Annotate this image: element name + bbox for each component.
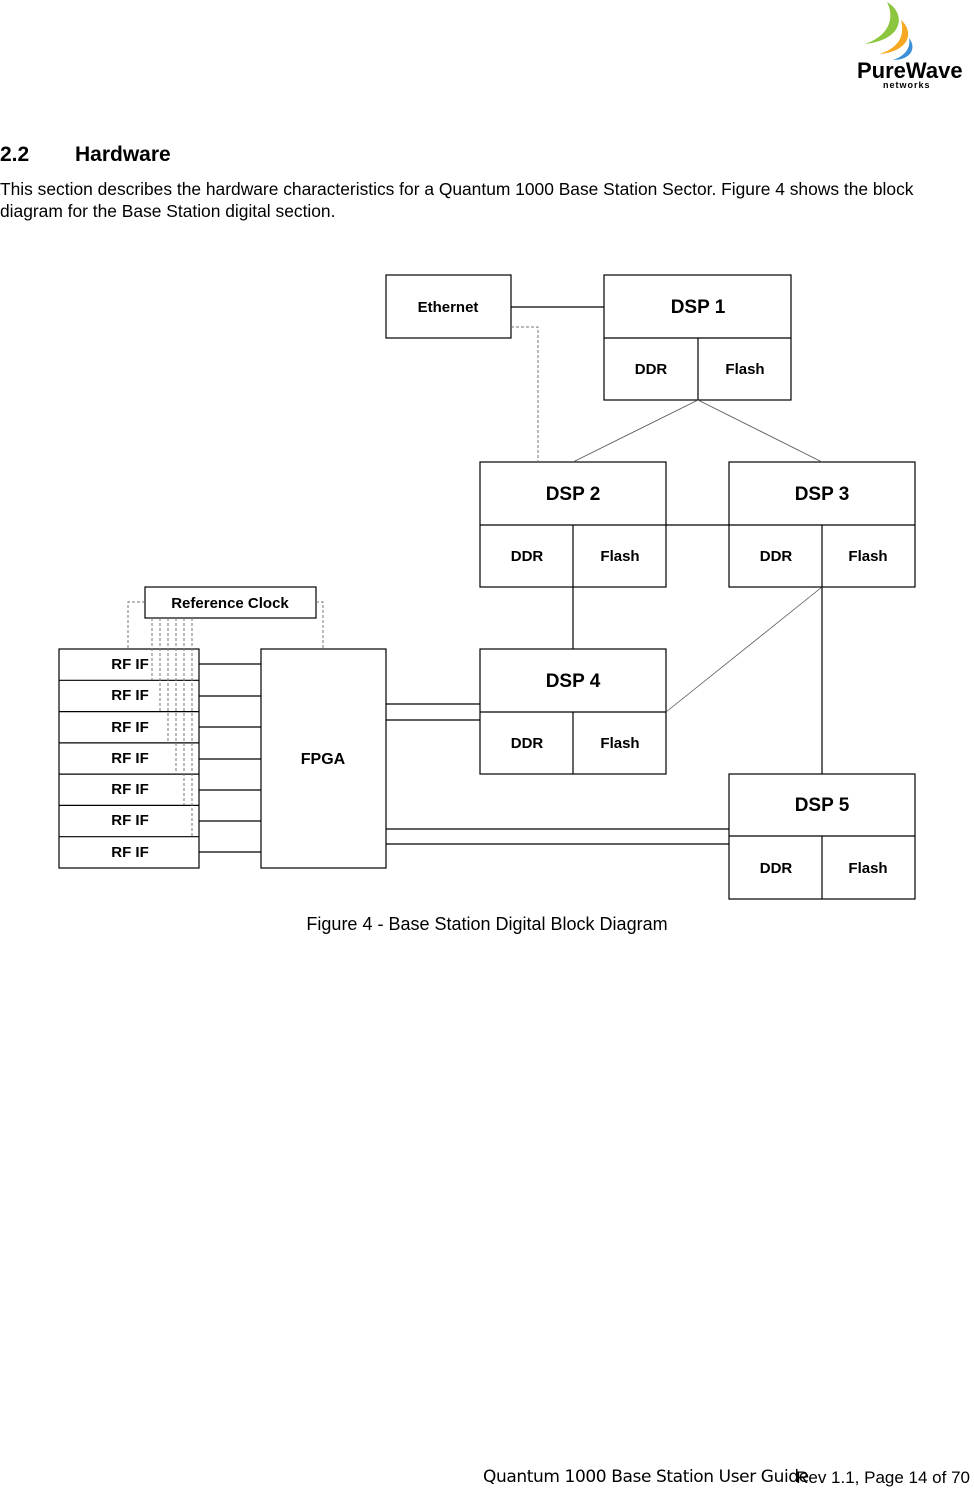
dsp5-ddr-label: DDR xyxy=(760,860,793,877)
dsp4-flash-label: Flash xyxy=(600,735,639,752)
dsp3-ddr-label: DDR xyxy=(760,548,793,565)
dsp2-label: DSP 2 xyxy=(546,484,601,505)
dsp2-ddr-label: DDR xyxy=(511,548,544,565)
footer-doc-title: Quantum 1000 Base Station User Guide xyxy=(483,1467,809,1487)
fpga-label: FPGA xyxy=(301,751,346,768)
logo-green-arc xyxy=(865,2,899,44)
rf-if-label: RF IF xyxy=(111,750,149,767)
reference-clock-label: Reference Clock xyxy=(171,595,289,612)
dsp4-ddr-label: DDR xyxy=(511,735,544,752)
section-heading: 2.2 Hardware xyxy=(0,143,171,167)
logo-subtext: networks xyxy=(883,80,931,90)
dsp4-label: DSP 4 xyxy=(546,671,601,692)
page-footer: Quantum 1000 Base Station User Guide Rev… xyxy=(0,1467,974,1489)
purewave-logo: PureWave networks xyxy=(845,0,970,92)
section-title: Hardware xyxy=(75,143,171,166)
dsp5-label: DSP 5 xyxy=(795,795,850,816)
dsp3-label: DSP 3 xyxy=(795,484,850,505)
rf-if-label: RF IF xyxy=(111,812,149,829)
dsp1-label: DSP 1 xyxy=(671,297,726,318)
rf-if-label: RF IF xyxy=(111,844,149,861)
block-diagram: Ethernet DSP 1 DDR Flash DSP 2 DDR Flash… xyxy=(0,260,974,910)
rf-if-label: RF IF xyxy=(111,781,149,798)
dsp1-ddr-label: DDR xyxy=(635,361,668,378)
figure-caption: Figure 4 - Base Station Digital Block Di… xyxy=(306,914,668,934)
section-body: This section describes the hardware char… xyxy=(0,179,914,221)
dsp5-flash-label: Flash xyxy=(848,860,887,877)
dsp1-flash-label: Flash xyxy=(725,361,764,378)
dsp2-flash-label: Flash xyxy=(600,548,639,565)
section-number: 2.2 xyxy=(0,143,30,166)
rf-if-label: RF IF xyxy=(111,687,149,704)
ethernet-label: Ethernet xyxy=(418,299,479,316)
footer-page-info: Rev 1.1, Page 14 of 70 xyxy=(796,1468,970,1487)
rf-if-label: RF IF xyxy=(111,719,149,736)
rf-if-label: RF IF xyxy=(111,656,149,673)
dsp3-flash-label: Flash xyxy=(848,548,887,565)
